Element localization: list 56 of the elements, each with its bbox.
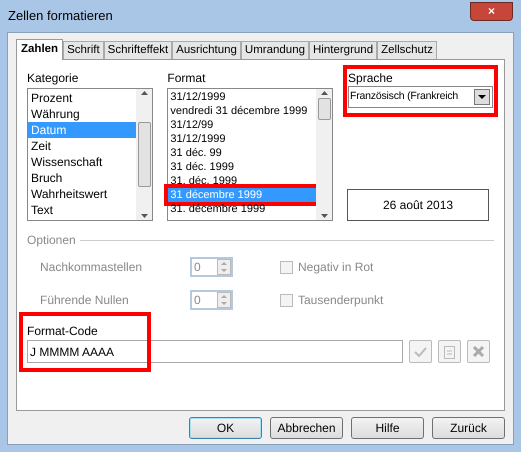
window-title: Zellen formatieren — [8, 7, 113, 26]
spinner-label: Führende Nullen — [40, 292, 130, 309]
tab[interactable]: Zahlen — [16, 39, 64, 60]
dialog-button[interactable]: Zurück — [432, 417, 505, 439]
list-item[interactable]: 31 déc. 1999 — [168, 160, 316, 174]
comment-button[interactable] — [438, 340, 461, 363]
list-item[interactable]: 31/12/99 — [168, 118, 316, 132]
preview-box: 26 août 2013 — [347, 189, 490, 221]
clipboard-icon — [444, 344, 455, 358]
check-icon — [414, 346, 427, 356]
dialog-button[interactable]: Hilfe — [351, 417, 424, 439]
scroll-down-icon[interactable] — [140, 214, 148, 218]
scroll-thumb[interactable] — [138, 122, 151, 187]
scrollbar[interactable] — [316, 89, 332, 220]
list-item[interactable]: 31 déc. 99 — [168, 146, 316, 160]
list-item[interactable]: Bruch — [28, 170, 136, 186]
list-item[interactable]: 31/12/1999 — [168, 90, 316, 104]
list-item[interactable]: 31. décembre 1999 — [168, 202, 316, 216]
accept-button[interactable] — [409, 340, 432, 363]
list-item[interactable]: 31/12/1999 — [168, 132, 316, 146]
close-icon — [473, 346, 484, 357]
list-item[interactable]: 31. déc. 1999 — [168, 174, 316, 188]
spin-arrows-icon[interactable] — [217, 259, 231, 275]
list-item[interactable]: Zeit — [28, 138, 136, 154]
tab[interactable]: Schrift — [63, 41, 104, 59]
close-button[interactable]: × — [470, 2, 513, 20]
list-item[interactable]: Wissenschaft — [28, 154, 136, 170]
language-dropdown[interactable]: Französisch (Frankreich — [348, 86, 493, 108]
checkbox-label: Tausenderpunkt — [298, 292, 384, 309]
tab[interactable]: Zellschutz — [377, 41, 437, 59]
delete-button[interactable] — [467, 340, 490, 363]
scroll-thumb[interactable] — [318, 98, 331, 120]
list-item[interactable]: Text — [28, 202, 136, 218]
field-label: Format-Code — [27, 323, 99, 340]
list-item[interactable]: Wahrheitswert — [28, 186, 136, 202]
dialog-button[interactable]: OK — [189, 417, 262, 439]
tab[interactable]: Umrandung — [240, 41, 309, 59]
scrollbar[interactable] — [136, 89, 152, 220]
spin-arrows-icon[interactable] — [217, 292, 231, 308]
field-label: Format — [167, 70, 206, 87]
field-label: Kategorie — [27, 70, 80, 87]
checkbox-label: Negativ in Rot — [298, 259, 374, 276]
list-item[interactable]: Prozent — [28, 90, 136, 106]
format-code-field[interactable]: J MMMM AAAA — [27, 340, 403, 363]
tab[interactable]: Schrifteffekt — [104, 41, 172, 59]
list-item[interactable]: vendredi 31 décembre 1999 — [168, 104, 316, 118]
group-label: Optionen — [27, 232, 76, 249]
scroll-up-icon[interactable] — [140, 91, 148, 95]
tab[interactable]: Hintergrund — [309, 41, 378, 59]
scroll-up-icon[interactable] — [320, 91, 328, 95]
tab[interactable]: Ausrichtung — [172, 41, 241, 59]
list-item[interactable]: Währung — [28, 106, 136, 122]
scroll-down-icon[interactable] — [320, 214, 328, 218]
spinner-label: Nachkommastellen — [40, 259, 144, 276]
dialog-button[interactable]: Abbrechen — [270, 417, 343, 439]
field-label: Sprache — [348, 70, 394, 86]
